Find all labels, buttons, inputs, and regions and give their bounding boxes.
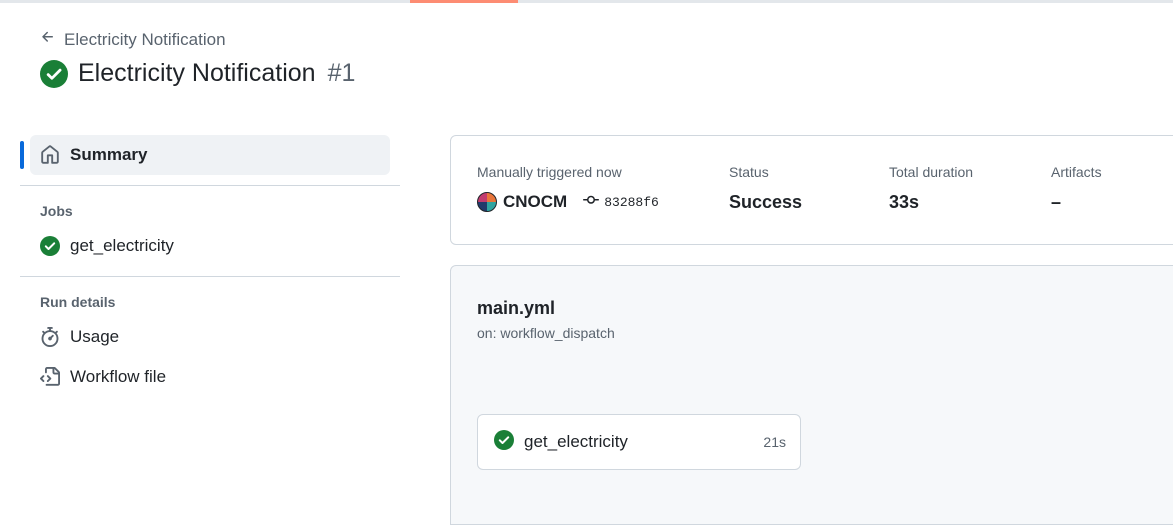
sidebar-item-label: Usage [70, 327, 120, 346]
artifacts-column: Artifacts – [1051, 164, 1102, 213]
avatar[interactable] [477, 192, 497, 212]
sidebar-item-job[interactable]: get_electricity [20, 226, 400, 266]
actor-row: CNOCM 83288f6 [477, 192, 659, 212]
run-summary-card: Manually triggered now CNOCM 83288f6 Sta… [450, 135, 1173, 245]
trigger-label: Manually triggered now [477, 164, 622, 180]
active-indicator [20, 141, 24, 169]
home-icon [40, 145, 60, 165]
commit-link[interactable]: 83288f6 [583, 192, 659, 212]
git-commit-icon [583, 192, 600, 212]
sidebar-item-label: get_electricity [70, 236, 174, 255]
artifacts-label: Artifacts [1051, 164, 1102, 180]
actor-name[interactable]: CNOCM [503, 192, 567, 212]
back-link-label: Electricity Notification [64, 29, 226, 49]
file-code-icon [40, 367, 60, 387]
page-title-row: Electricity Notification #1 [40, 59, 355, 88]
page-title: Electricity Notification [78, 59, 316, 87]
sidebar-item-usage[interactable]: Usage [20, 317, 400, 357]
sidebar: Summary Jobs get_electricity Run details… [20, 135, 400, 397]
active-tab-underline [410, 0, 518, 3]
divider [20, 276, 400, 277]
check-circle-icon [40, 59, 68, 88]
run-details-heading: Run details [40, 294, 116, 310]
workflow-trigger: on: workflow_dispatch [477, 325, 615, 341]
sidebar-item-summary[interactable]: Summary [20, 135, 390, 175]
job-duration: 21s [763, 434, 786, 450]
workflow-graph: main.yml on: workflow_dispatch get_elect… [450, 265, 1173, 525]
trigger-column: Manually triggered now CNOCM 83288f6 [477, 164, 659, 212]
sidebar-item-label: Workflow file [70, 367, 167, 386]
duration-column: Total duration 33s [889, 164, 973, 213]
commit-sha: 83288f6 [604, 194, 659, 210]
divider [20, 185, 400, 186]
jobs-heading: Jobs [40, 203, 73, 219]
job-name: get_electricity [524, 432, 628, 451]
run-number: #1 [327, 59, 356, 87]
sidebar-item-label: Summary [70, 145, 148, 164]
stopwatch-icon [40, 327, 60, 347]
back-link[interactable]: Electricity Notification [40, 29, 226, 50]
status-column: Status Success [729, 164, 802, 213]
sidebar-item-workflow-file[interactable]: Workflow file [20, 357, 400, 397]
arrow-left-icon [40, 29, 56, 50]
top-border [0, 0, 1173, 3]
workflow-file-name: main.yml [477, 298, 556, 318]
check-circle-icon [40, 236, 60, 256]
artifacts-value: – [1051, 192, 1062, 212]
duration-label: Total duration [889, 164, 974, 180]
check-circle-icon [494, 429, 514, 455]
status-label: Status [729, 164, 769, 180]
status-value: Success [729, 192, 803, 212]
job-card[interactable]: get_electricity 21s [477, 414, 801, 470]
duration-value: 33s [889, 192, 920, 212]
